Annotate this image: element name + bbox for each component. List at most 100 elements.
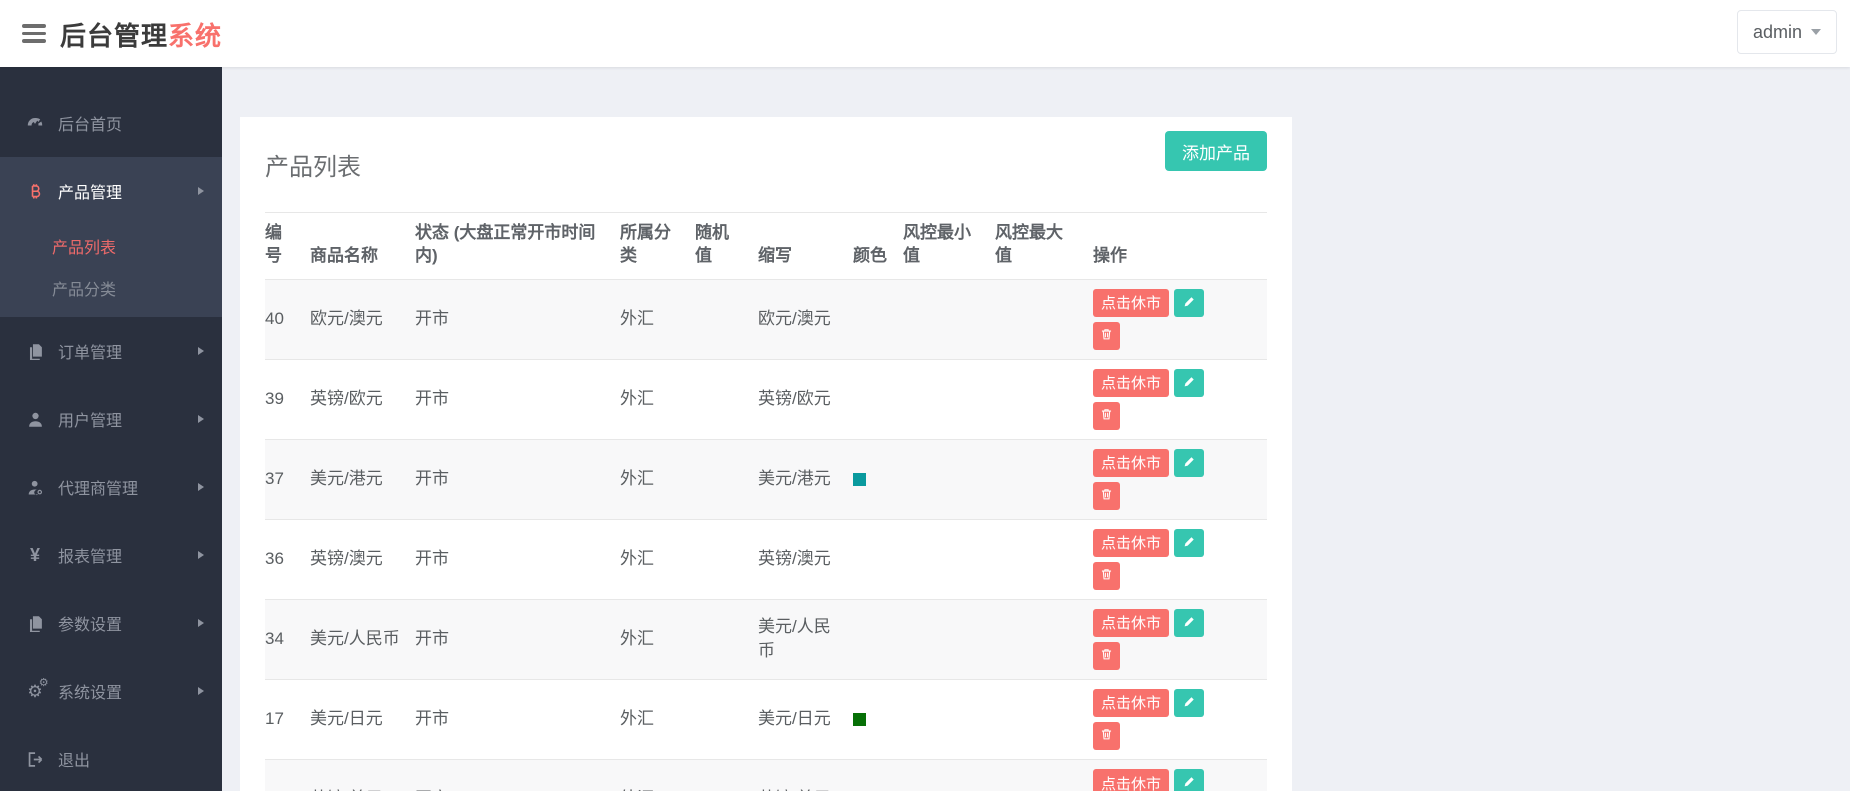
- delete-button[interactable]: [1093, 641, 1120, 670]
- pencil-icon: [1183, 295, 1196, 311]
- close-market-button[interactable]: 点击休市: [1093, 688, 1170, 717]
- close-market-button[interactable]: 点击休市: [1093, 608, 1170, 637]
- cell-risk-max: [995, 279, 1093, 359]
- sidebar-item-reports[interactable]: ¥ 报表管理: [0, 521, 222, 589]
- delete-button[interactable]: [1093, 561, 1120, 590]
- sidebar-item-label: 订单管理: [58, 345, 123, 362]
- cell-category: 外汇: [620, 678, 695, 760]
- column-header: 颜色: [853, 212, 903, 280]
- cell-risk-min: [903, 279, 995, 359]
- close-market-button[interactable]: 点击休市: [1093, 288, 1170, 317]
- cell-status: 开市: [415, 438, 620, 520]
- bitcoin-icon: [22, 183, 48, 200]
- cell-color: [853, 758, 903, 791]
- column-header: 所属分类: [620, 212, 695, 280]
- trash-icon: [1100, 487, 1113, 504]
- cell-status: 开市: [415, 678, 620, 760]
- cell-category: 外汇: [620, 518, 695, 600]
- sidebar-item-label: 系统设置: [58, 685, 123, 702]
- sidebar-item-product-list[interactable]: 产品列表: [0, 225, 222, 267]
- edit-button[interactable]: [1174, 448, 1205, 477]
- files-icon: [22, 343, 48, 360]
- caret-right-icon: [198, 619, 204, 627]
- cell-risk-max: [995, 438, 1093, 520]
- sidebar-item-product-mgmt[interactable]: 产品管理: [0, 157, 222, 225]
- cell-abbr: 欧元/澳元: [758, 309, 831, 329]
- pencil-icon: [1183, 535, 1196, 551]
- signout-icon: [22, 751, 48, 768]
- cell-category: 外汇: [620, 758, 695, 791]
- close-market-button[interactable]: 点击休市: [1093, 769, 1170, 791]
- cell-random: [695, 279, 758, 359]
- cell-color: [853, 598, 903, 680]
- column-header: 风控最大值: [995, 212, 1093, 280]
- delete-button[interactable]: [1093, 721, 1120, 750]
- column-header: 风控最小值: [903, 212, 995, 280]
- sidebar-item-users[interactable]: 用户管理: [0, 385, 222, 453]
- cell-id: 34: [265, 598, 310, 680]
- sidebar: 后台首页 产品管理 产品列表 产品分类 订单管理 用户管理 代理商管理 ¥ 报表管理 参数设置 ⚙ ⚙…: [0, 67, 222, 791]
- cell-color: [853, 438, 903, 520]
- user-name: admin: [1752, 21, 1802, 42]
- yen-icon: ¥: [29, 545, 40, 565]
- brand-primary: 后台管理: [60, 21, 169, 51]
- sidebar-item-orders[interactable]: 订单管理: [0, 317, 222, 385]
- trash-icon: [1100, 567, 1113, 584]
- cell-id: 37: [265, 438, 310, 520]
- chevron-down-icon: [1811, 29, 1821, 35]
- pencil-icon: [1183, 695, 1196, 711]
- trash-icon: [1100, 327, 1113, 344]
- caret-right-icon: [198, 687, 204, 695]
- cell-risk-max: [995, 518, 1093, 600]
- close-market-button[interactable]: 点击休市: [1093, 368, 1170, 397]
- agent-icon: [22, 479, 48, 496]
- trash-icon: [1100, 647, 1113, 664]
- edit-button[interactable]: [1174, 288, 1205, 317]
- brand-title: 后台管理系统: [60, 16, 222, 53]
- cell-risk-min: [903, 758, 995, 791]
- cell-status: 开市: [415, 518, 620, 600]
- edit-button[interactable]: [1174, 608, 1205, 637]
- sidebar-item-system[interactable]: ⚙ ⚙ 系统设置: [0, 657, 222, 725]
- sidebar-item-agents[interactable]: 代理商管理: [0, 453, 222, 521]
- cell-abbr: 美元/港元: [758, 438, 853, 520]
- table-row: 36 英镑/澳元 开市 外汇 英镑/澳元 点击休市: [265, 518, 1267, 600]
- caret-right-icon: [198, 483, 204, 491]
- cell-actions: 点击休市: [1093, 758, 1267, 791]
- close-market-button[interactable]: 点击休市: [1093, 448, 1170, 477]
- sidebar-item-product-category[interactable]: 产品分类: [0, 267, 222, 309]
- column-header: 状态 (大盘正常开市时间内): [415, 212, 620, 280]
- cell-status: 开市: [415, 358, 620, 440]
- edit-button[interactable]: [1174, 688, 1205, 717]
- trash-icon: [1100, 407, 1113, 424]
- cell-id: 17: [265, 678, 310, 760]
- delete-button[interactable]: [1093, 401, 1120, 430]
- sidebar-item-params[interactable]: 参数设置: [0, 589, 222, 657]
- delete-button[interactable]: [1093, 481, 1120, 510]
- cell-category: 外汇: [620, 598, 695, 680]
- product-list-panel: 产品列表 添加产品 编号 商品名称 状态 (大盘正常开市时间内) 所属分类 随机值 缩写颜…: [240, 117, 1292, 791]
- sidebar-nav: 后台首页 产品管理 产品列表 产品分类 订单管理 用户管理 代理商管理 ¥ 报表管理 参数设置 ⚙ ⚙…: [0, 67, 222, 791]
- edit-button[interactable]: [1174, 368, 1205, 397]
- sidebar-item-logout[interactable]: 退出: [0, 725, 222, 791]
- edit-button[interactable]: [1174, 528, 1205, 557]
- cell-color: [853, 678, 903, 760]
- cell-random: [695, 758, 758, 791]
- gears-icon: ⚙ ⚙: [27, 676, 49, 701]
- sidebar-item-home[interactable]: 后台首页: [0, 89, 222, 157]
- table-row: 40 欧元/澳元 开市 外汇 欧元/澳元 点击休市: [265, 279, 1267, 360]
- admin-app: 后台管理系统 admin 后台首页 产品管理 产品列表 产品分类订单管理用户管理代理商…: [0, 0, 1850, 791]
- cell-risk-min: [903, 598, 995, 680]
- cell-id: 13: [265, 758, 310, 791]
- user-dropdown[interactable]: admin: [1736, 10, 1837, 54]
- sidebar-item-label: 用户管理: [58, 413, 123, 430]
- delete-button[interactable]: [1093, 321, 1120, 350]
- close-market-button[interactable]: 点击休市: [1093, 528, 1170, 557]
- trash-icon: [1100, 727, 1113, 744]
- user-icon: [22, 411, 48, 428]
- hamburger-menu-icon[interactable]: [22, 24, 46, 43]
- column-header: 商品名称: [310, 212, 415, 280]
- panel-heading: 产品列表 添加产品: [240, 117, 1292, 212]
- edit-button[interactable]: [1174, 769, 1205, 791]
- add-product-button[interactable]: 添加产品: [1165, 131, 1267, 171]
